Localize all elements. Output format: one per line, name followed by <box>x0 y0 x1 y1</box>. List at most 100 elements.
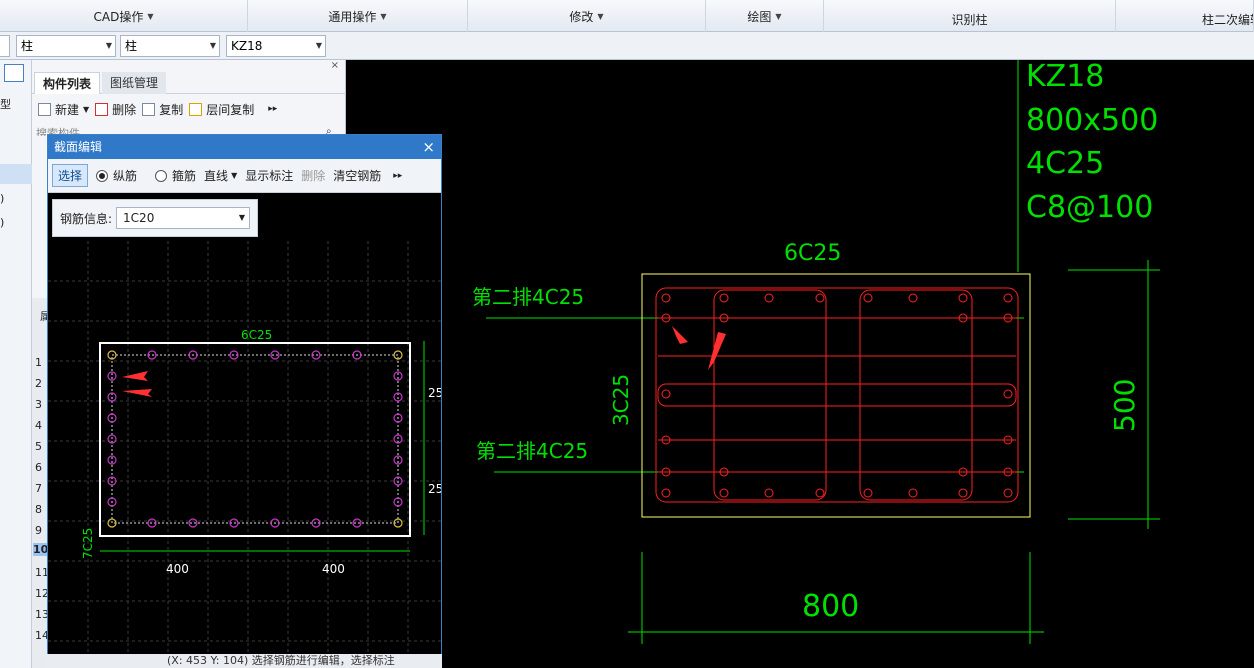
radio-unchecked-icon <box>155 169 168 182</box>
layout-icon[interactable] <box>4 64 24 82</box>
ribbon-group-modify[interactable]: 修改 ▼ <box>468 0 706 32</box>
rebar-info-select[interactable]: 1C20 ▼ <box>116 207 251 229</box>
ribbon-group-general-ops[interactable]: 通用操作 ▼ <box>248 0 468 32</box>
ribbon-group-identify-column[interactable]: 识别柱 <box>824 0 1116 32</box>
delete-icon <box>95 102 109 116</box>
close-icon[interactable]: × <box>422 135 435 159</box>
delete-button[interactable]: 删除 <box>95 101 136 118</box>
section-canvas[interactable]: 6C25 7C25 25 25 400 400 <box>48 241 441 655</box>
line-dropdown[interactable]: 直线 ▼ <box>204 167 237 184</box>
show-dims-button[interactable]: 显示标注 <box>245 167 293 184</box>
category-value: 柱 <box>21 39 34 53</box>
corner-rebar-points <box>107 350 403 528</box>
ribbon-group-draw[interactable]: 绘图 ▼ <box>706 0 824 32</box>
delete-button[interactable]: 删除 <box>301 167 325 184</box>
partial-combo[interactable] <box>0 35 10 57</box>
second-row-label-top: 第二排4C25 <box>472 285 584 309</box>
clear-rebar-button[interactable]: 清空钢筋 <box>333 167 381 184</box>
strip-selected-row[interactable] <box>0 164 32 184</box>
line-label: 直线 <box>204 169 229 183</box>
ribbon-group-column-edit[interactable]: 柱二次编辑 <box>1116 0 1254 32</box>
tie-stirrup <box>657 383 1017 407</box>
side-bars-label: 3C25 <box>609 374 633 426</box>
height-dim: 500 <box>1108 379 1141 432</box>
tab-drawing-management[interactable]: 图纸管理 <box>102 72 167 94</box>
rebar-info-value: 1C20 <box>123 211 155 225</box>
stirrup-radio[interactable]: 箍筋 <box>155 167 196 184</box>
title-line: 4C25 <box>1026 146 1104 181</box>
cad-drawing: KZ18 800x500 4C25 C8@100 6C25 第二排4C25 第二… <box>472 59 1160 644</box>
stirrup-outline <box>111 354 399 524</box>
delete-label: 删除 <box>112 102 137 117</box>
chevron-down-icon: ▼ <box>105 41 112 50</box>
stirrup-label: 箍筋 <box>172 169 197 183</box>
rebar-points <box>107 350 403 528</box>
more-icon[interactable]: ▸▸ <box>393 171 402 181</box>
component-value: KZ18 <box>231 39 263 53</box>
chevron-down-icon: ▼ <box>775 11 782 21</box>
copy-icon <box>142 102 156 116</box>
section-editor-dialog: 截面编辑 × 选择 纵筋 箍筋 直线 ▼ 显示标注 删除 清空钢筋 ▸▸ 钢筋信息… <box>47 134 442 668</box>
outer-stirrup <box>655 287 1019 503</box>
ribbon-group-label: 绘图 <box>747 9 772 24</box>
arrow-annotation-icon <box>672 326 688 344</box>
longitudinal-label: 纵筋 <box>113 169 138 183</box>
floor-copy-label: 层间复制 <box>206 102 255 117</box>
new-label: 新建 <box>55 102 80 117</box>
status-text: (X: 453 Y: 104) 选择钢筋进行编辑，选择标注 <box>167 654 395 667</box>
arrow-annotation-icon <box>122 389 152 397</box>
chevron-down-icon: ▼ <box>147 11 154 21</box>
ribbon-group-label: 柱二次编辑 <box>1202 12 1253 27</box>
strip-label: 型 <box>0 98 11 111</box>
chevron-down-icon: ▼ <box>83 104 90 114</box>
selector-toolbar: 柱 ▼ 柱 ▼ KZ18 ▼ <box>0 32 1254 60</box>
component-select[interactable]: KZ18 ▼ <box>226 35 326 57</box>
side-dim-1: 25 <box>428 386 441 400</box>
chevron-down-icon: ▼ <box>231 171 238 180</box>
radio-checked-icon <box>96 169 109 182</box>
panel-tabs: 构件列表 图纸管理 <box>32 72 346 94</box>
bottom-dim-left: 400 <box>166 562 189 576</box>
title-line: C8@100 <box>1026 190 1153 225</box>
side-dim-2: 25 <box>428 482 441 496</box>
inner-stirrup <box>859 289 973 501</box>
new-button[interactable]: 新建 ▼ <box>38 101 89 118</box>
new-icon <box>38 102 51 116</box>
bottom-dim-right: 400 <box>322 562 345 576</box>
ribbon-group-label: 修改 <box>569 9 594 24</box>
subcategory-select[interactable]: 柱 ▼ <box>120 35 220 57</box>
close-icon[interactable]: × <box>331 60 339 71</box>
arrow-annotation-icon <box>708 332 726 370</box>
row-number-selected[interactable]: 10 <box>33 543 48 556</box>
tab-component-list[interactable]: 构件列表 <box>34 72 101 94</box>
chevron-down-icon: ▼ <box>315 41 322 50</box>
copy-label: 复制 <box>159 102 184 117</box>
longitudinal-radio[interactable]: 纵筋 <box>96 167 137 184</box>
chevron-down-icon: ▼ <box>238 213 246 222</box>
grid <box>48 241 441 655</box>
select-button[interactable]: 选择 <box>52 164 89 187</box>
dialog-title-bar[interactable]: 截面编辑 × <box>48 135 441 159</box>
more-icon[interactable]: ▸▸ <box>268 104 277 114</box>
category-select[interactable]: 柱 ▼ <box>16 35 116 57</box>
dialog-title: 截面编辑 <box>54 140 103 154</box>
width-dim: 800 <box>802 589 859 624</box>
chevron-down-icon: ▼ <box>597 11 604 21</box>
ribbon-group-label: 通用操作 <box>328 9 377 24</box>
chevron-down-icon: ▼ <box>209 41 216 50</box>
side-bars-label: 7C25 <box>81 528 95 559</box>
cad-canvas[interactable]: KZ18 800x500 4C25 C8@100 6C25 第二排4C25 第二… <box>346 59 1254 668</box>
arrow-annotation-icon <box>122 371 148 381</box>
floor-copy-button[interactable]: 层间复制 <box>189 101 254 118</box>
top-bars-label: 6C25 <box>241 328 272 342</box>
title-line: 800x500 <box>1026 103 1158 138</box>
copy-button[interactable]: 复制 <box>142 101 183 118</box>
section-editor-toolbar: 选择 纵筋 箍筋 直线 ▼ 显示标注 删除 清空钢筋 ▸▸ <box>48 159 441 193</box>
ribbon: CAD操作▼ 通用操作▼ 修改▼ 绘图▼ 识别柱 柱二次编辑 <box>0 0 1254 32</box>
strip-label: ) <box>0 216 5 229</box>
left-strip: 型 ) ) <box>0 60 32 668</box>
title-line: KZ18 <box>1026 60 1104 94</box>
inner-stirrup <box>713 289 827 501</box>
ribbon-group-cad-ops[interactable]: CAD操作 ▼ <box>0 0 248 32</box>
strip-label: ) <box>0 192 5 205</box>
